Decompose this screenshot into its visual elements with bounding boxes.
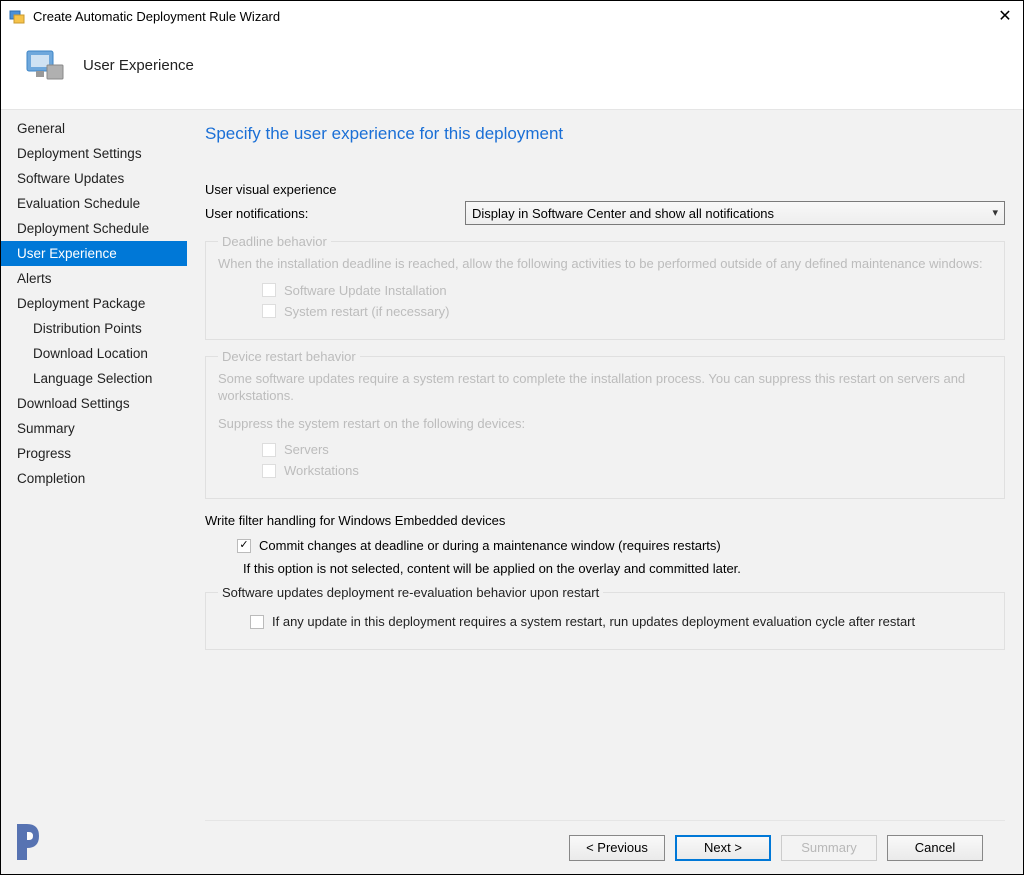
notifications-value: Display in Software Center and show all … xyxy=(472,206,774,221)
chevron-down-icon: ▾ xyxy=(992,206,998,219)
wizard-nav: General Deployment Settings Software Upd… xyxy=(1,110,187,874)
nav-deployment-package[interactable]: Deployment Package xyxy=(1,291,187,316)
suppress-workstations-label: Workstations xyxy=(284,463,359,478)
summary-button: Summary xyxy=(781,835,877,861)
reeval-group: Software updates deployment re-evaluatio… xyxy=(205,592,1005,650)
reeval-checkbox[interactable] xyxy=(250,615,264,629)
nav-progress[interactable]: Progress xyxy=(1,441,187,466)
nav-completion[interactable]: Completion xyxy=(1,466,187,491)
restart-behavior-group: Device restart behavior Some software up… xyxy=(205,356,1005,500)
nav-alerts[interactable]: Alerts xyxy=(1,266,187,291)
cancel-button[interactable]: Cancel xyxy=(887,835,983,861)
nav-download-settings[interactable]: Download Settings xyxy=(1,391,187,416)
reeval-legend: Software updates deployment re-evaluatio… xyxy=(218,585,603,600)
deadline-desc: When the installation deadline is reache… xyxy=(218,255,992,273)
header-icon xyxy=(21,41,69,89)
window-title: Create Automatic Deployment Rule Wizard xyxy=(33,9,995,24)
nav-user-experience[interactable]: User Experience xyxy=(1,241,187,266)
visual-experience-label: User visual experience xyxy=(205,182,1005,197)
nav-distribution-points[interactable]: Distribution Points xyxy=(1,316,187,341)
wizard-header: User Experience xyxy=(1,31,1023,109)
nav-evaluation-schedule[interactable]: Evaluation Schedule xyxy=(1,191,187,216)
window-icon xyxy=(9,8,25,24)
deadline-install-label: Software Update Installation xyxy=(284,283,447,298)
close-button[interactable]: ✕ xyxy=(995,6,1015,26)
deadline-restart-label: System restart (if necessary) xyxy=(284,304,449,319)
content-pane: Specify the user experience for this dep… xyxy=(187,110,1023,874)
wizard-footer: < Previous Next > Summary Cancel xyxy=(205,820,1005,874)
restart-desc1: Some software updates require a system r… xyxy=(218,370,992,405)
nav-language-selection[interactable]: Language Selection xyxy=(1,366,187,391)
embedded-commit-label: Commit changes at deadline or during a m… xyxy=(259,538,721,553)
header-title: User Experience xyxy=(83,57,194,74)
suppress-workstations-checkbox xyxy=(262,464,276,478)
deadline-install-checkbox xyxy=(262,283,276,297)
deadline-behavior-group: Deadline behavior When the installation … xyxy=(205,241,1005,340)
deadline-restart-checkbox xyxy=(262,304,276,318)
previous-button[interactable]: < Previous xyxy=(569,835,665,861)
page-title: Specify the user experience for this dep… xyxy=(205,124,1005,144)
suppress-servers-label: Servers xyxy=(284,442,329,457)
notifications-dropdown[interactable]: Display in Software Center and show all … xyxy=(465,201,1005,225)
embedded-group: Write filter handling for Windows Embedd… xyxy=(205,513,1005,576)
reeval-label: If any update in this deployment require… xyxy=(272,614,915,629)
wizard-window: Create Automatic Deployment Rule Wizard … xyxy=(0,0,1024,875)
nav-software-updates[interactable]: Software Updates xyxy=(1,166,187,191)
wizard-body: General Deployment Settings Software Upd… xyxy=(1,109,1023,874)
next-button[interactable]: Next > xyxy=(675,835,771,861)
nav-deployment-settings[interactable]: Deployment Settings xyxy=(1,141,187,166)
embedded-commit-checkbox[interactable] xyxy=(237,539,251,553)
nav-download-location[interactable]: Download Location xyxy=(1,341,187,366)
watermark-icon xyxy=(13,816,53,864)
deadline-legend: Deadline behavior xyxy=(218,234,331,249)
suppress-servers-checkbox xyxy=(262,443,276,457)
restart-legend: Device restart behavior xyxy=(218,349,360,364)
nav-general[interactable]: General xyxy=(1,116,187,141)
notifications-label: User notifications: xyxy=(205,206,465,221)
nav-summary[interactable]: Summary xyxy=(1,416,187,441)
embedded-legend: Write filter handling for Windows Embedd… xyxy=(205,513,1005,528)
title-bar: Create Automatic Deployment Rule Wizard … xyxy=(1,1,1023,31)
restart-desc2: Suppress the system restart on the follo… xyxy=(218,415,992,433)
nav-deployment-schedule[interactable]: Deployment Schedule xyxy=(1,216,187,241)
embedded-note: If this option is not selected, content … xyxy=(243,561,1005,576)
